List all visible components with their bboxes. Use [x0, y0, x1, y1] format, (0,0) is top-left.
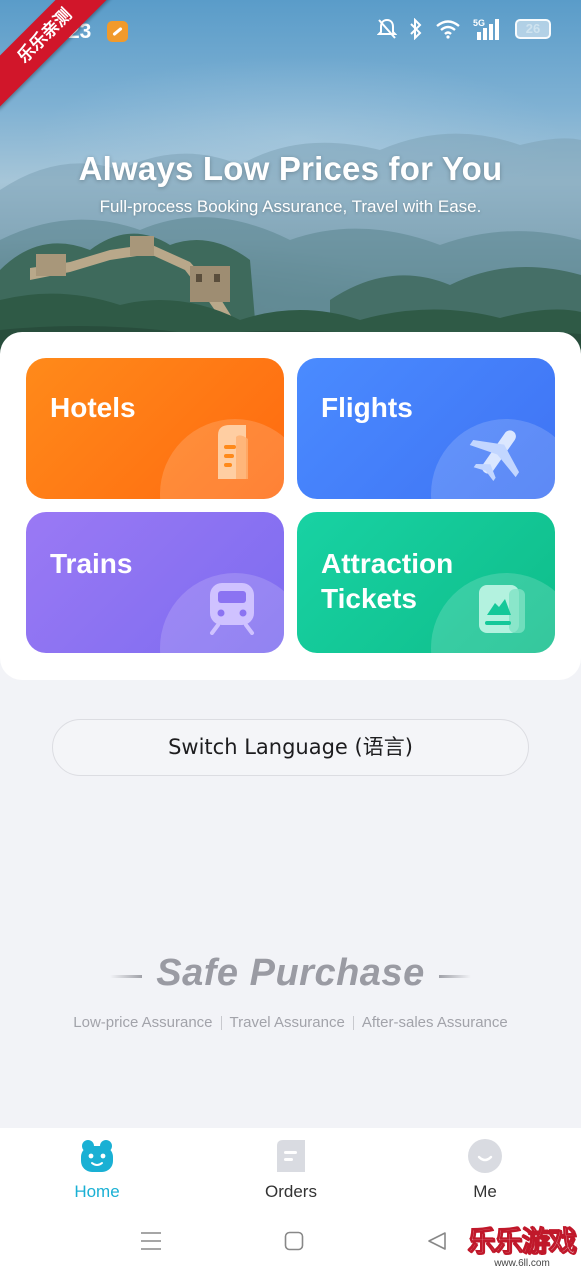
attraction-tickets-tile[interactable]: Attraction Tickets: [297, 512, 555, 653]
home-mascot-icon: [81, 1140, 113, 1172]
ticket-icon: [479, 585, 525, 633]
trains-label: Trains: [50, 548, 133, 579]
tab-me[interactable]: Me: [388, 1128, 581, 1212]
home-square-icon[interactable]: [284, 1230, 304, 1252]
hotels-tile[interactable]: Hotels: [26, 358, 284, 499]
hotel-icon: [218, 425, 248, 479]
status-icons: 5G 26: [377, 18, 551, 40]
mute-bell-icon: [377, 18, 397, 39]
trains-tile[interactable]: Trains: [26, 512, 284, 653]
flights-label: Flights: [321, 392, 413, 423]
hero-subtitle: Full-process Booking Assurance, Travel w…: [99, 197, 482, 216]
divider-line-left: [109, 975, 142, 979]
safe-purchase-section: Safe Purchase: [0, 952, 581, 995]
tab-orders[interactable]: Orders: [194, 1128, 388, 1212]
assurance-item-travel: Travel Assurance: [229, 1014, 345, 1031]
hero-banner: 23 5G 26 Always Low Prices for You Full-…: [0, 0, 581, 380]
watermark-text: 乐乐游戏: [467, 1225, 577, 1258]
battery-indicator: 26: [515, 19, 551, 39]
tab-me-label: Me: [473, 1182, 497, 1201]
divider-line-right: [439, 975, 472, 979]
train-icon: [210, 583, 254, 635]
svg-text:5G: 5G: [473, 18, 485, 28]
notification-app-icon: [107, 21, 128, 42]
signal-5g-icon: 5G: [473, 18, 499, 40]
back-triangle-icon[interactable]: [426, 1230, 448, 1252]
profile-icon: [468, 1139, 502, 1173]
site-watermark: 乐乐游戏 www.6ll.com: [465, 1225, 579, 1276]
tab-orders-label: Orders: [265, 1182, 317, 1201]
tab-home-label: Home: [74, 1182, 120, 1201]
attraction-tickets-label: Attraction Tickets: [321, 548, 454, 614]
watermark-url: www.6ll.com: [494, 1258, 550, 1269]
assurance-item-after-sales: After-sales Assurance: [361, 1014, 508, 1031]
menu-icon[interactable]: [140, 1230, 162, 1252]
assurance-separator: [220, 1015, 222, 1030]
flights-tile[interactable]: Flights: [297, 358, 555, 499]
assurance-item-low-price: Low-price Assurance: [73, 1014, 213, 1031]
safe-purchase-title: Safe Purchase: [156, 952, 425, 994]
plane-icon: [469, 430, 520, 481]
wifi-icon: [436, 20, 460, 39]
bluetooth-icon: [410, 18, 422, 40]
assurance-list: Low-price Assurance Travel Assurance Aft…: [0, 1014, 581, 1031]
switch-language-button[interactable]: Switch Language (语言): [52, 719, 529, 776]
orders-icon: [277, 1140, 305, 1172]
hero-title: Always Low Prices for You: [78, 150, 503, 187]
tab-home[interactable]: Home: [0, 1128, 194, 1212]
assurance-separator: [352, 1015, 354, 1030]
hotels-label: Hotels: [50, 392, 136, 423]
